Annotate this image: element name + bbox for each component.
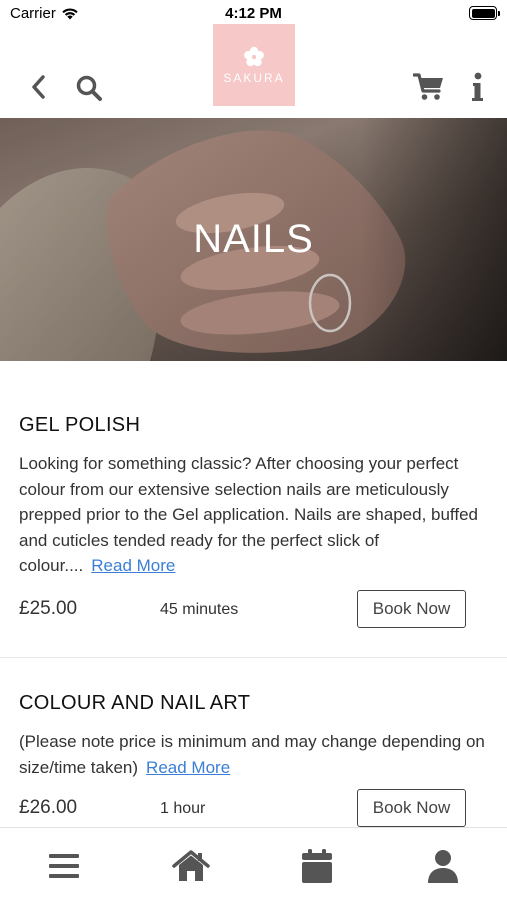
read-more-link[interactable]: Read More [146,758,230,777]
search-icon [76,75,102,101]
home-icon [172,850,210,881]
sakura-logo[interactable]: SAKURA [213,24,295,106]
battery-icon [469,6,500,20]
search-button[interactable] [72,72,106,104]
category-title: NAILS [193,217,314,261]
logo-text: SAKURA [223,71,285,85]
info-button[interactable] [466,70,488,104]
read-more-link[interactable]: Read More [91,556,175,575]
cart-button[interactable] [410,70,448,104]
calendar-icon [302,849,332,883]
tab-profile[interactable] [423,846,463,886]
tab-menu[interactable] [44,846,84,886]
status-time: 4:12 PM [225,5,282,22]
back-button[interactable] [24,72,52,102]
service-description: (Please note price is minimum and may ch… [19,729,494,780]
info-icon [472,72,483,101]
service-description-text: (Please note price is minimum and may ch… [19,732,485,777]
tab-home[interactable] [171,846,211,886]
service-price: £26.00 [19,797,78,818]
menu-icon [49,854,79,878]
flower-icon [244,46,264,67]
book-now-button[interactable]: Book Now [357,789,466,827]
nav-bar: SAKURA [0,24,507,118]
service-duration: 1 hour [160,800,206,817]
service-item: GEL POLISH Looking for something classic… [0,361,507,658]
service-title: COLOUR AND NAIL ART [19,692,251,714]
service-description-text: Looking for something classic? After cho… [19,454,478,575]
cart-icon [413,73,443,100]
hero-banner: NAILS [0,118,507,361]
service-description: Looking for something classic? After cho… [19,451,494,579]
service-item: COLOUR AND NAIL ART (Please note price i… [0,658,507,828]
tab-bar [0,827,507,900]
chevron-left-icon [32,75,45,99]
tab-calendar[interactable] [297,846,337,886]
service-title: GEL POLISH [19,414,141,436]
book-now-button[interactable]: Book Now [357,590,466,628]
profile-icon [428,850,458,883]
service-duration: 45 minutes [160,601,239,618]
service-price: £25.00 [19,598,78,619]
